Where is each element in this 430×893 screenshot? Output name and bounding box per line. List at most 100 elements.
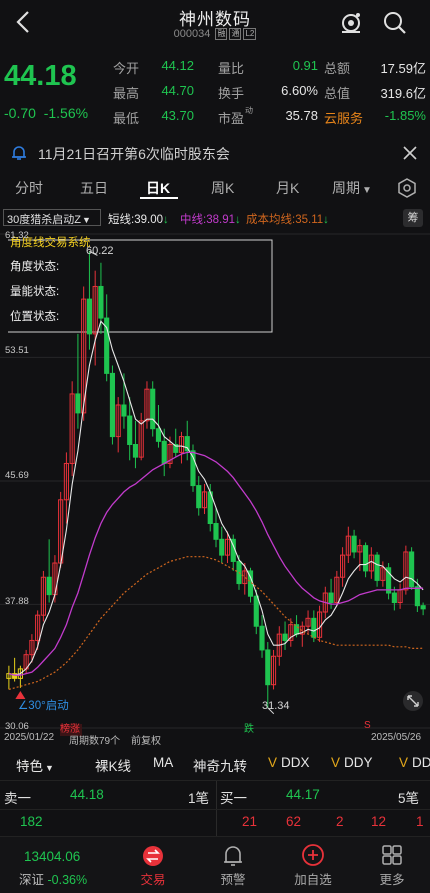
search-icon[interactable] xyxy=(382,10,408,36)
notice-bar[interactable]: 11月21日召开第6次临时股东会 xyxy=(0,140,430,166)
angle-status: 角度状态: xyxy=(10,261,60,273)
tab-monthly-k[interactable]: 月K xyxy=(276,178,299,198)
close-icon[interactable] xyxy=(401,144,419,162)
kline-chart[interactable]: 角度线交易系统 角度状态: 量能状态: 位置状态: 61.32 53.51 45… xyxy=(0,228,430,747)
quote-value: 43.70 xyxy=(161,108,194,123)
candle-body xyxy=(132,443,139,458)
buy-volume: 2 xyxy=(336,814,344,829)
quote-value: 6.60% xyxy=(281,83,318,98)
tag-s: S xyxy=(364,720,371,731)
quote-label[interactable]: 云服务 xyxy=(324,108,363,127)
candle-body xyxy=(150,388,156,430)
bell-icon[interactable] xyxy=(203,843,263,867)
tab-five-day[interactable]: 五日 xyxy=(80,178,108,198)
quote-value: 319.6亿 xyxy=(380,86,426,101)
robot-assistant-icon[interactable] xyxy=(338,10,364,36)
badge-connect: 通 xyxy=(229,28,242,40)
change-percent: -1.56% xyxy=(43,105,89,121)
chips-button[interactable]: 筹 xyxy=(403,209,423,227)
sell-volume: 182 xyxy=(20,814,43,829)
period-tabs: 分时 五日 日K 周K 月K 周期 ▼ xyxy=(0,172,430,204)
tab-intraday[interactable]: 分时 xyxy=(15,178,43,198)
order-book[interactable]: 卖一 44.18 1笔 买一 44.17 5笔 182 21 62 2 12 1 xyxy=(0,780,430,837)
mid-line-value: 中线:38.91↓ xyxy=(180,214,241,226)
candle-body xyxy=(121,404,127,417)
candle-body xyxy=(161,440,167,464)
candle-body xyxy=(127,415,133,445)
tab-weekly-k[interactable]: 周K xyxy=(211,178,234,198)
tool-magic-nine[interactable]: 神奇九转 xyxy=(193,755,247,775)
fullscreen-icon[interactable] xyxy=(402,690,424,712)
buy-volume: 62 xyxy=(286,814,302,829)
y-tick-label: 30.06 xyxy=(5,721,29,732)
candle-body xyxy=(213,523,219,540)
quote-value: 35.78 xyxy=(285,108,318,123)
buy-one-label: 买一 xyxy=(220,791,247,806)
candle-body xyxy=(259,625,265,651)
kline-svg[interactable] xyxy=(0,228,430,744)
buy-volume: 1 xyxy=(416,814,424,829)
vip-icon: V xyxy=(268,755,278,770)
period-count: 周期数79个 xyxy=(69,736,121,747)
y-tick-label: 45.69 xyxy=(5,470,29,481)
stock-name: 神州数码 xyxy=(179,10,251,29)
low-label: 31.34 xyxy=(262,700,290,712)
tab-daily-k[interactable]: 日K xyxy=(146,178,170,198)
indicator-name: 30度猎杀启动Z xyxy=(7,214,81,226)
divider xyxy=(0,809,430,810)
sell-one-price: 44.18 xyxy=(70,787,104,802)
index-change: -0.36% xyxy=(47,873,88,887)
candle-body xyxy=(265,649,271,686)
quote-label: 总值 xyxy=(324,86,351,101)
tab-period[interactable]: 周期 ▼ xyxy=(332,178,372,198)
grid-more-icon[interactable] xyxy=(362,843,422,867)
tag-fall: 跌 xyxy=(244,724,254,735)
candle-body xyxy=(363,545,369,572)
cost-line xyxy=(8,556,424,690)
tool-ddz[interactable]: V DD xyxy=(399,755,430,770)
candle-body xyxy=(46,576,52,596)
quote-value: 17.59亿 xyxy=(380,61,426,76)
quote-label: 总额 xyxy=(324,61,351,76)
tool-ma[interactable]: MA xyxy=(153,755,173,770)
tool-ddx[interactable]: V DDX xyxy=(268,755,310,770)
candle-body xyxy=(109,372,116,438)
candle-body xyxy=(98,285,104,319)
nav-trade[interactable]: 交易 xyxy=(123,869,183,888)
quote-label-sup: 动 xyxy=(245,106,253,115)
tab-period-label: 周期 xyxy=(332,180,360,196)
badge-margin: 融 xyxy=(215,28,228,40)
nav-add-watchlist[interactable]: 加自选 xyxy=(283,869,343,888)
nav-alert[interactable]: 预警 xyxy=(203,869,263,888)
candle-body xyxy=(328,592,334,604)
index-row[interactable]: 深证 -0.36% xyxy=(19,869,87,888)
caret-down-icon: ▼ xyxy=(45,763,54,773)
quote-value: 44.12 xyxy=(161,58,194,73)
indicator-toolbar: 特色 ▼ 裸K线 MA 神奇九转 V DDX V DDY V DD xyxy=(0,752,430,776)
short-line xyxy=(8,320,424,676)
candle-body xyxy=(293,624,300,635)
adjust-mode: 前复权 xyxy=(131,736,161,747)
tool-feature[interactable]: 特色 ▼ xyxy=(16,755,54,775)
candle-body xyxy=(409,551,415,588)
candle-body xyxy=(155,428,162,442)
volume-status: 量能状态: xyxy=(10,286,60,298)
tool-naked-k[interactable]: 裸K线 xyxy=(95,755,131,775)
settings-icon[interactable] xyxy=(397,178,417,198)
position-status: 位置状态: xyxy=(10,311,60,323)
active-tab-underline xyxy=(140,197,178,199)
stock-code-row: 000034 融通 L2 xyxy=(0,28,430,40)
nav-more[interactable]: 更多 xyxy=(362,869,422,888)
index-value[interactable]: 13404.06 xyxy=(24,849,80,864)
y-tick-label: 61.32 xyxy=(5,230,29,241)
trade-icon[interactable] xyxy=(123,843,183,867)
short-line-value: 短线:39.00↓ xyxy=(108,214,169,226)
high-label: 60.22 xyxy=(86,245,114,257)
cost-line-value: 成本均线:35.11↓ xyxy=(246,214,329,226)
quote-value: 44.70 xyxy=(161,83,194,98)
add-circle-icon[interactable] xyxy=(283,843,343,867)
indicator-select[interactable]: 30度猎杀启动Z▼ xyxy=(3,209,101,226)
quote-label: 量比 xyxy=(218,61,245,76)
candle-body xyxy=(196,485,202,509)
tool-ddy[interactable]: V DDY xyxy=(331,755,373,770)
